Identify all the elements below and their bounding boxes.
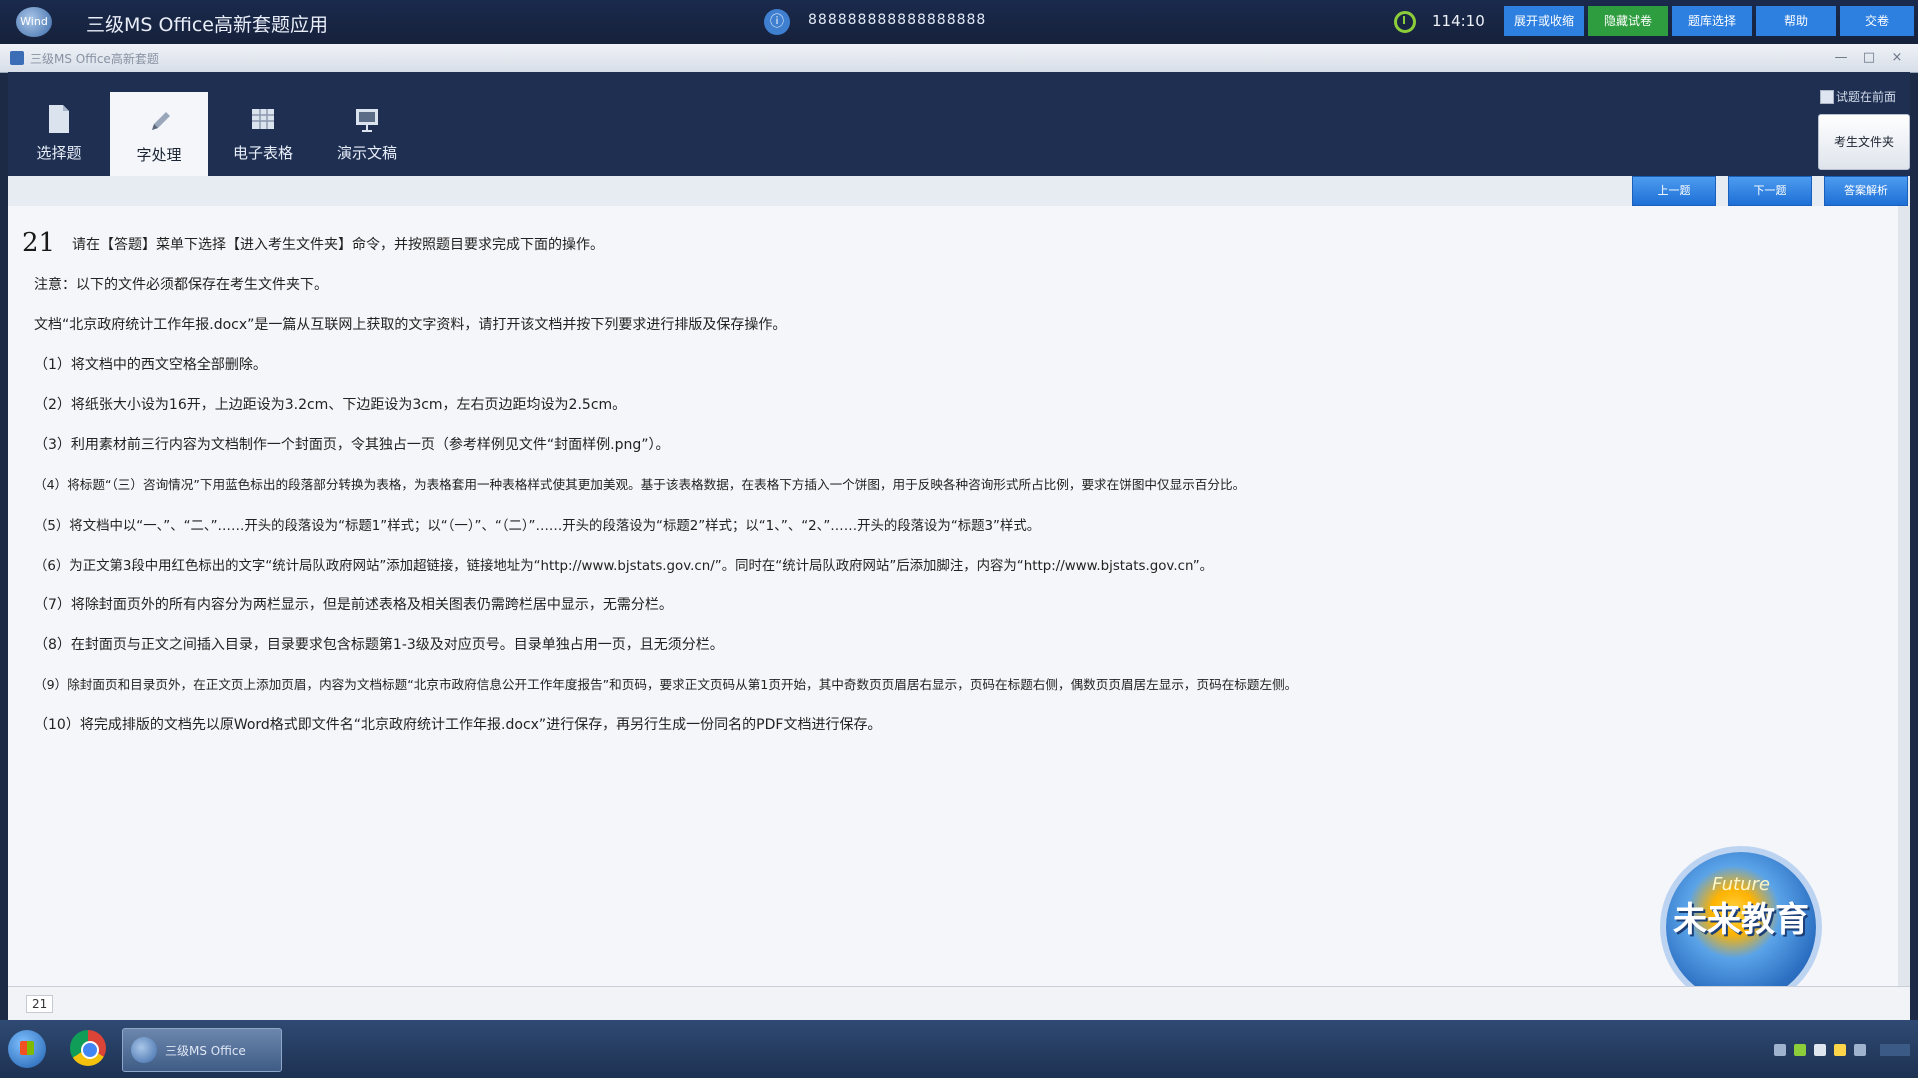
close-button[interactable]: × xyxy=(1884,48,1910,68)
status-strip: 21 xyxy=(8,986,1910,1021)
windows-start-icon[interactable] xyxy=(8,1030,46,1068)
question-bank-button[interactable]: 题库选择 xyxy=(1672,6,1752,36)
app-logo-text: Wind xyxy=(20,15,48,28)
questions-first-label: 试题在前面 xyxy=(1836,90,1897,104)
tab-label: 电子表格 xyxy=(232,144,293,162)
info-icon: ⓘ xyxy=(764,9,790,35)
hide-paper-button[interactable]: 隐藏试卷 xyxy=(1588,6,1668,36)
tab-word-processing[interactable]: 字处理 xyxy=(110,92,208,176)
scrollbar[interactable] xyxy=(1898,206,1910,986)
tab-spreadsheet[interactable]: 电子表格 xyxy=(214,90,312,176)
ribbon: 选择题 字处理 电子表格 演示文稿 试题在前面 考生文件夹 xyxy=(8,72,1910,176)
chrome-icon[interactable] xyxy=(70,1030,106,1066)
taskbar-app-label: 三级MS Office xyxy=(165,1044,246,1058)
app-icon xyxy=(131,1037,157,1063)
countdown-timer: 114:10 xyxy=(1432,12,1485,30)
title-bar: Wind 三级MS Office高新套题应用 ⓘ 888888888888888… xyxy=(0,0,1918,44)
question-line: 文档“北京政府统计工作年报.docx”是一篇从互联网上获取的文字资料，请打开该文… xyxy=(34,317,787,333)
help-button[interactable]: 帮助 xyxy=(1756,6,1836,36)
window-icon xyxy=(10,51,24,65)
question-line: （4）将标题“（三）咨询情况”下用蓝色标出的段落部分转换为表格，为表格套用一种表… xyxy=(34,477,1246,492)
submit-paper-button[interactable]: 交卷 xyxy=(1840,6,1914,36)
question-line: 请在【答题】菜单下选择【进入考生文件夹】命令，并按照题目要求完成下面的操作。 xyxy=(72,237,604,253)
question-line: （9）除封面页和目录页外，在正文页上添加页眉，内容为文档标题“北京市政府信息公开… xyxy=(34,677,1298,692)
answer-analysis-button[interactable]: 答案解析 xyxy=(1824,176,1908,206)
taskbar-app-button[interactable]: 三级MS Office xyxy=(122,1028,282,1072)
spreadsheet-icon xyxy=(252,109,274,129)
tab-presentation[interactable]: 演示文稿 xyxy=(318,90,416,176)
exam-id: 888888888888888888 xyxy=(808,12,987,28)
question-line: （8）在封面页与正文之间插入目录，目录要求包含标题第1-3级及对应页号。目录单独… xyxy=(34,637,724,653)
expand-collapse-button[interactable]: 展开或收缩 xyxy=(1504,6,1584,36)
logo-text: 未来教育 xyxy=(1673,900,1809,940)
tray-network-icon[interactable] xyxy=(1774,1044,1786,1056)
question-line: （5）将文档中以“一、”、“二、”……开头的段落设为“标题1”样式；以“（一）”… xyxy=(34,519,1041,534)
question-line: （7）将除封面页外的所有内容分为两栏显示，但是前述表格及相关图表仍需跨栏居中显示… xyxy=(34,597,673,613)
show-desktop-button[interactable] xyxy=(1880,1044,1910,1056)
clock-icon xyxy=(1394,11,1416,33)
question-line: （2）将纸张大小设为16开，上边距设为3.2cm、下边距设为3cm，左右页边距均… xyxy=(34,397,627,413)
tab-label: 演示文稿 xyxy=(336,144,397,162)
page-counter: 21 xyxy=(26,995,54,1013)
maximize-button[interactable]: □ xyxy=(1856,48,1882,68)
app-title: 三级MS Office高新套题应用 xyxy=(86,14,328,36)
exam-app: Wind 三级MS Office高新套题应用 ⓘ 888888888888888… xyxy=(0,0,1918,1078)
tab-label: 选择题 xyxy=(36,144,82,162)
next-question-button[interactable]: 下一题 xyxy=(1728,176,1812,206)
question-line: 注意：以下的文件必须都保存在考生文件夹下。 xyxy=(34,277,328,293)
tray-security-icon[interactable] xyxy=(1794,1044,1806,1056)
question-line: （3）利用素材前三行内容为文档制作一个封面页，令其独占一页（参考样例见文件“封面… xyxy=(34,437,670,453)
pen-icon xyxy=(152,112,170,130)
question-line: （10）将完成排版的文档先以原Word格式即文件名“北京政府统计工作年报.doc… xyxy=(34,717,882,733)
questions-first-checkbox[interactable] xyxy=(1820,90,1834,104)
tray-volume-icon[interactable] xyxy=(1814,1044,1826,1056)
minimize-button[interactable]: — xyxy=(1828,48,1854,68)
tab-label: 字处理 xyxy=(136,146,182,164)
taskbar: 三级MS Office xyxy=(0,1020,1918,1078)
question-number: 21 xyxy=(22,228,56,258)
tray-language-icon[interactable] xyxy=(1854,1044,1866,1056)
question-content: 21 请在【答题】菜单下选择【进入考生文件夹】命令，并按照题目要求完成下面的操作… xyxy=(8,206,1910,986)
future-education-logo: Future 未来教育 xyxy=(1666,852,1816,1002)
question-toolbar xyxy=(8,176,1910,206)
candidate-folder-button[interactable]: 考生文件夹 xyxy=(1818,114,1910,170)
previous-question-button[interactable]: 上一题 xyxy=(1632,176,1716,206)
inner-window-caption: 三级MS Office高新套题 — □ × xyxy=(0,44,1918,73)
app-logo-icon: Wind xyxy=(16,7,52,37)
inner-window-title: 三级MS Office高新套题 xyxy=(30,52,159,66)
question-line: （6）为正文第3段中用红色标出的文字“统计局队政府网站”添加超链接，链接地址为“… xyxy=(34,559,1214,574)
document-icon xyxy=(49,105,69,133)
question-line: （1）将文档中的西文空格全部删除。 xyxy=(34,357,267,373)
tab-multiple-choice[interactable]: 选择题 xyxy=(10,90,108,176)
tray-notification-icon[interactable] xyxy=(1834,1044,1846,1056)
presentation-icon xyxy=(356,109,378,132)
